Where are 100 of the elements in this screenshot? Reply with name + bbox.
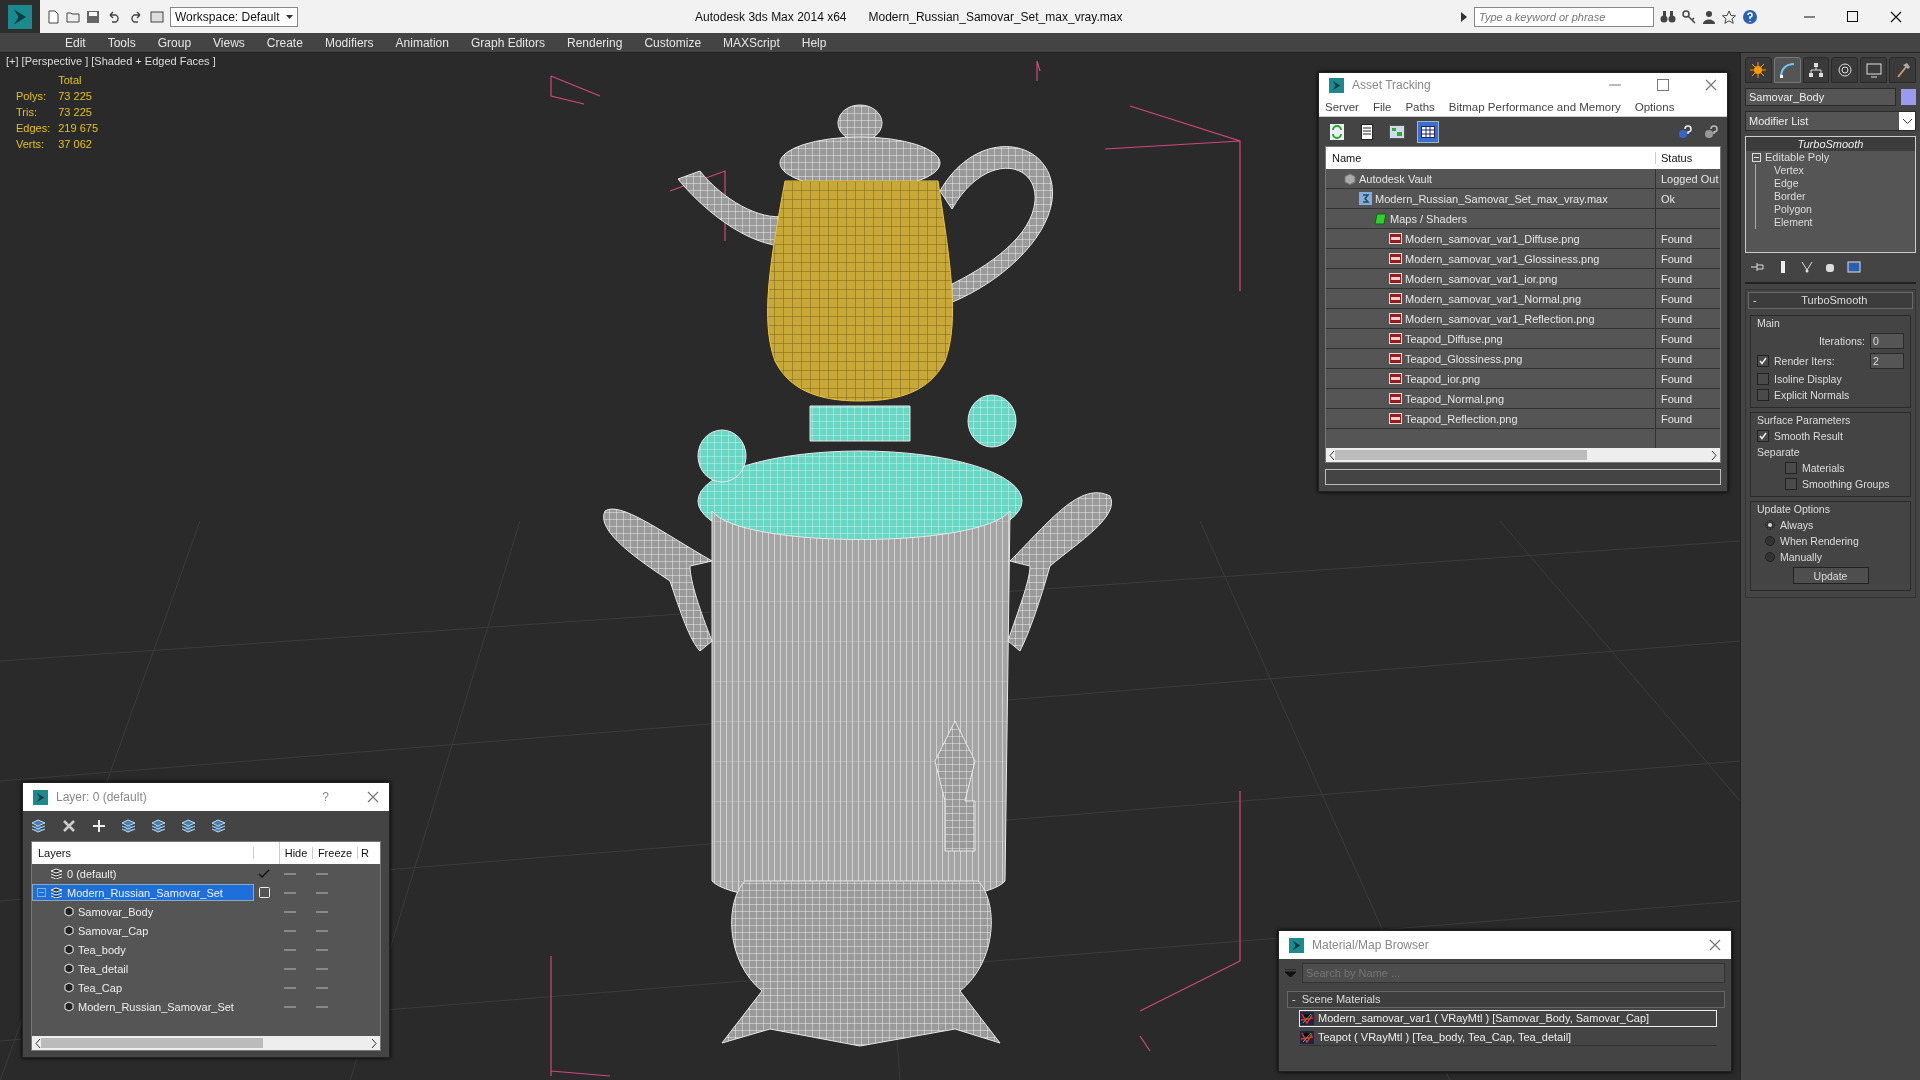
render-iters-field[interactable]: 2	[1870, 353, 1904, 369]
object-name[interactable]: Tea_Cap	[78, 981, 123, 994]
monitor-icon[interactable]	[1865, 62, 1882, 78]
sub-object-level[interactable]: Edge	[1772, 177, 1799, 189]
radio-button[interactable]	[1765, 536, 1775, 546]
checkbox[interactable]	[1757, 373, 1769, 385]
asset-name[interactable]: Teapod_ior.png	[1405, 372, 1481, 385]
sub-object-level[interactable]: Polygon	[1772, 203, 1812, 215]
checkbox[interactable]	[1785, 478, 1797, 490]
checkbox[interactable]	[1785, 462, 1797, 474]
radio-button[interactable]	[1765, 520, 1775, 530]
panel-tab[interactable]	[1860, 57, 1888, 83]
select-layer-icon[interactable]	[151, 819, 167, 833]
remove-modifier-icon[interactable]	[1825, 261, 1835, 273]
group-header[interactable]: - Scene Materials	[1287, 991, 1725, 1008]
asset-name[interactable]: Teapod_Normal.png	[1405, 392, 1505, 405]
checkbox[interactable]	[1757, 389, 1769, 401]
menu-item[interactable]: Tools	[96, 35, 147, 50]
search-field[interactable]: Type a keyword or phrase	[1474, 6, 1654, 27]
object-name-field[interactable]: Samovar_Body	[1745, 88, 1896, 106]
material-item[interactable]: Modern_samovar_var1 ( VRayMtl ) [Samovar_Body, Samovar_Cap]	[1299, 1010, 1717, 1027]
menu-item[interactable]: Options	[1634, 100, 1675, 113]
asset-name[interactable]: Teapod_Diffuse.png	[1405, 332, 1503, 345]
asset-name[interactable]: Modern_samovar_var1_Normal.png	[1405, 292, 1582, 305]
hide-toggle[interactable]	[284, 891, 296, 894]
star-icon[interactable]	[1722, 9, 1736, 24]
asset-name[interactable]: Modern_samovar_var1_Reflection.png	[1405, 312, 1595, 325]
menu-item[interactable]: Server	[1325, 100, 1359, 113]
asset-name[interactable]: Modern_samovar_var1_Diffuse.png	[1405, 232, 1580, 245]
menu-item[interactable]: Help	[790, 35, 838, 50]
thumbnail-icon[interactable]	[1389, 124, 1405, 139]
sub-object-level[interactable]: Element	[1772, 216, 1813, 228]
modifier-list-dropdown[interactable]: Modifier List	[1745, 111, 1916, 131]
asset-name[interactable]: Autodesk Vault	[1359, 172, 1433, 185]
layer-name[interactable]: Modern_Russian_Samovar_Set	[32, 884, 254, 901]
list-icon[interactable]	[1361, 123, 1373, 140]
scrollbar-thumb[interactable]	[1335, 450, 1588, 461]
new-file-icon[interactable]	[46, 9, 60, 24]
asset-name[interactable]: Modern_samovar_var1_Glossiness.png	[1405, 252, 1600, 265]
scrollbar-thumb[interactable]	[41, 1038, 264, 1048]
hide-toggle[interactable]	[284, 986, 296, 989]
menu-item[interactable]: Modifiers	[313, 35, 385, 50]
create-layer-icon[interactable]	[31, 819, 47, 833]
menu-item[interactable]: Views	[202, 35, 256, 50]
menu-item[interactable]: Edit	[54, 35, 97, 50]
menu-item[interactable]: Create	[255, 35, 314, 50]
freeze-toggle[interactable]	[316, 967, 328, 970]
asset-name[interactable]: Teapod_Reflection.png	[1405, 412, 1518, 425]
freeze-toggle[interactable]	[316, 1005, 328, 1008]
menu-item[interactable]: Group	[146, 35, 203, 50]
hide-toggle[interactable]	[284, 910, 296, 913]
column-header[interactable]: Layers	[32, 847, 254, 859]
pin-icon[interactable]	[1751, 261, 1765, 273]
hide-toggle[interactable]	[284, 948, 296, 951]
menu-item[interactable]: MAXScript	[712, 35, 791, 50]
person-icon[interactable]	[1702, 9, 1716, 24]
object-name[interactable]: Tea_detail	[78, 962, 129, 975]
freeze-toggle[interactable]	[316, 929, 328, 932]
help-button[interactable]: ?	[322, 790, 329, 804]
menu-item[interactable]: Rendering	[556, 35, 634, 50]
project-folder-icon[interactable]	[150, 9, 164, 24]
material-item[interactable]: Teapot ( VRayMtl ) [Tea_body, Tea_Cap, Tea_detail]	[1299, 1029, 1717, 1046]
asset-name[interactable]: Teapod_Glossiness.png	[1405, 352, 1523, 365]
column-header[interactable]: Status	[1656, 152, 1693, 165]
column-header[interactable]: Name	[1326, 152, 1656, 165]
column-header[interactable]: Freeze	[313, 847, 358, 859]
motion-icon[interactable]	[1836, 62, 1853, 78]
hierarchy-icon[interactable]	[1808, 62, 1825, 78]
configure-icon[interactable]	[1847, 261, 1861, 273]
scroll-right-icon[interactable]	[371, 1038, 377, 1048]
hammer-icon[interactable]	[1894, 62, 1911, 78]
viewport-label[interactable]: [+] [Perspective ] [Shaded + Edged Faces ]	[6, 55, 216, 67]
menu-item[interactable]: Bitmap Performance and Memory	[1448, 100, 1621, 113]
expand-arrow-icon[interactable]	[1460, 11, 1468, 22]
scroll-left-icon[interactable]	[1329, 450, 1335, 460]
panel-tab[interactable]	[1802, 57, 1830, 83]
delete-icon[interactable]	[61, 819, 77, 833]
add-icon[interactable]	[91, 819, 107, 833]
sub-object-level[interactable]: Vertex	[1772, 164, 1804, 176]
settings-icon[interactable]	[211, 819, 227, 833]
sub-object-level[interactable]: Border	[1772, 190, 1806, 202]
refresh-icon[interactable]	[1330, 123, 1344, 140]
panel-tab[interactable]	[1773, 57, 1801, 83]
freeze-toggle[interactable]	[316, 986, 328, 989]
rollout-header[interactable]: - TurboSmooth	[1748, 292, 1913, 309]
menu-item[interactable]: Customize	[633, 35, 713, 50]
folder-icon[interactable]	[66, 9, 80, 24]
checkbox[interactable]	[1757, 430, 1769, 442]
maximize-icon[interactable]	[1847, 11, 1858, 22]
key-icon[interactable]	[1682, 9, 1696, 24]
hide-toggle[interactable]	[284, 1005, 296, 1008]
layer-name[interactable]: 0 (default)	[32, 865, 254, 882]
freeze-toggle[interactable]	[316, 948, 328, 951]
update-button[interactable]: Update	[1792, 567, 1869, 584]
create-icon[interactable]	[1750, 62, 1767, 78]
freeze-toggle[interactable]	[316, 872, 328, 875]
scroll-right-icon[interactable]	[1711, 450, 1717, 460]
panel-tab[interactable]	[1831, 57, 1859, 83]
asset-name[interactable]: Maps / Shaders	[1390, 212, 1468, 225]
modify-icon[interactable]	[1779, 62, 1796, 78]
